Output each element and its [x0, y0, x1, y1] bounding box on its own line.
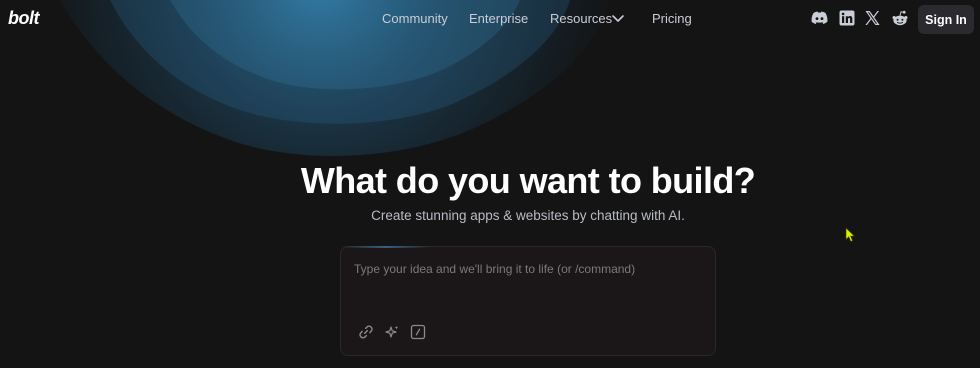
discord-icon[interactable] — [810, 10, 829, 26]
nav-pricing-link[interactable]: Pricing — [652, 11, 692, 26]
reddit-icon[interactable] — [891, 10, 909, 27]
x-icon[interactable] — [864, 10, 881, 26]
prompt-input[interactable] — [354, 262, 704, 276]
prompt-accent-line — [341, 246, 431, 248]
sparkle-icon[interactable] — [384, 324, 400, 340]
main-nav: Community Enterprise Resources Pricing — [0, 11, 980, 29]
nav-enterprise-link[interactable]: Enterprise — [469, 11, 528, 26]
nav-community-link[interactable]: Community — [382, 11, 448, 26]
top-navigation-bar: bolt Community Enterprise Resources Pric… — [0, 0, 980, 38]
hero-subtitle: Create stunning apps & websites by chatt… — [371, 208, 685, 223]
chevron-down-icon[interactable] — [611, 14, 625, 24]
prompt-box[interactable] — [340, 246, 716, 356]
linkedin-icon[interactable] — [839, 10, 855, 26]
page: bolt Community Enterprise Resources Pric… — [0, 0, 980, 368]
sign-in-button[interactable]: Sign In — [918, 5, 974, 34]
nav-resources-dropdown[interactable]: Resources — [550, 11, 612, 26]
link-icon[interactable] — [358, 324, 374, 340]
hero-title: What do you want to build? — [300, 160, 756, 201]
slash-command-icon[interactable] — [410, 324, 426, 340]
mouse-cursor-icon — [845, 227, 856, 242]
